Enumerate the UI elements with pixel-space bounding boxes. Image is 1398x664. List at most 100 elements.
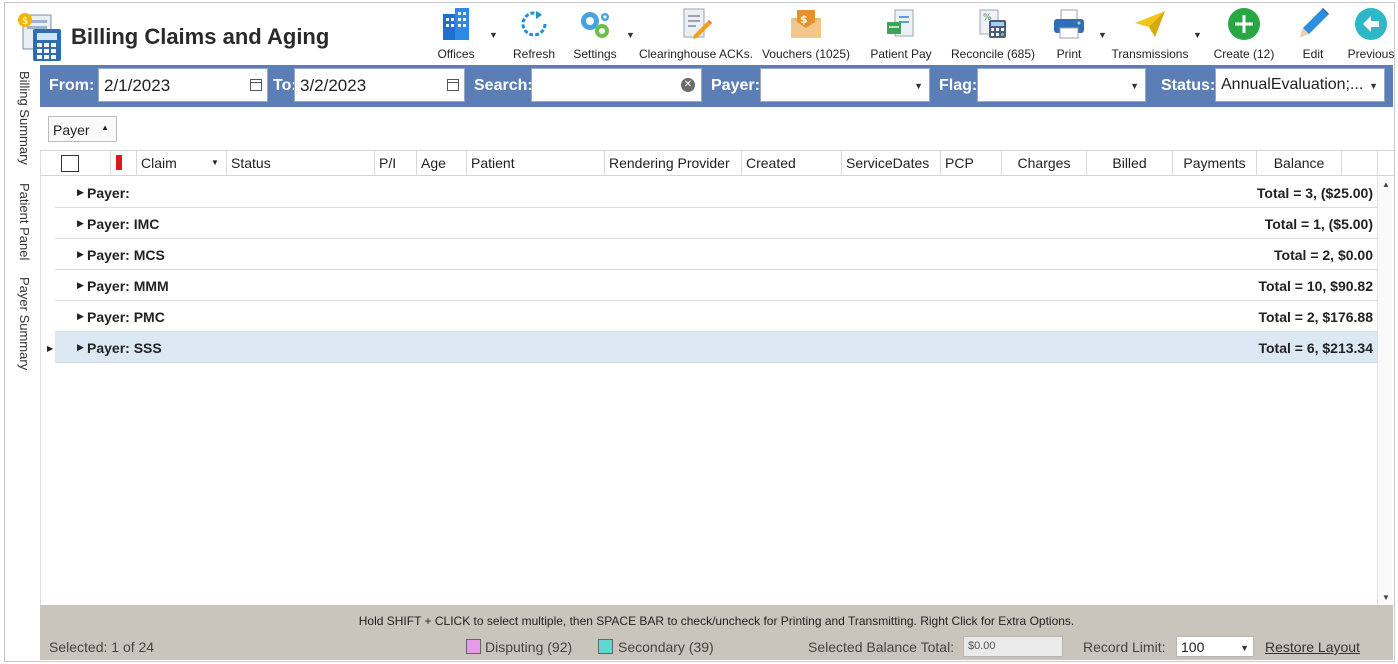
clear-icon[interactable]: ✕ — [681, 78, 695, 92]
col-claim[interactable]: Claim ▼ — [137, 151, 227, 176]
transmissions-button[interactable]: Transmissions — [1111, 7, 1189, 65]
group-row[interactable]: ▶ Payer: PMC Total = 2, $176.88 — [55, 301, 1377, 332]
group-rows: ▶ Payer: Total = 3, ($25.00) ▶ Payer: IM… — [55, 177, 1377, 363]
col-payments[interactable]: Payments — [1173, 151, 1257, 176]
svg-text:$: $ — [800, 13, 808, 26]
payer-label: Payer: — [711, 77, 760, 94]
group-row-selected[interactable]: ▶ Payer: SSS Total = 6, $213.34 — [55, 332, 1377, 363]
expand-arrow-icon[interactable]: ▶ — [77, 280, 84, 291]
select-all-checkbox[interactable] — [61, 155, 79, 172]
settings-label: Settings — [573, 47, 617, 61]
tab-payer-summary[interactable]: Payer Summary — [17, 277, 32, 370]
record-limit-select[interactable]: 100 ▼ — [1176, 636, 1254, 657]
col-created[interactable]: Created — [742, 151, 842, 176]
calendar-icon[interactable] — [250, 79, 262, 91]
printer-icon — [1052, 7, 1086, 41]
vertical-scrollbar[interactable]: ▲ ▼ — [1377, 177, 1393, 605]
group-total: Total = 1, ($5.00) — [1264, 216, 1373, 232]
refresh-button[interactable]: Refresh — [509, 7, 559, 65]
clearinghouse-acks-button[interactable]: Clearinghouse ACKs. — [638, 7, 754, 65]
flag-select[interactable]: ▼ — [977, 68, 1146, 102]
vouchers-button[interactable]: $ Vouchers (1025) — [762, 7, 850, 65]
secondary-legend-label: Secondary (39) — [618, 639, 714, 655]
col-pi[interactable]: P/I — [375, 151, 417, 176]
clearinghouse-acks-label: Clearinghouse ACKs. — [638, 47, 754, 61]
col-status[interactable]: Status — [227, 151, 375, 176]
group-row[interactable]: ▶ Payer: IMC Total = 1, ($5.00) — [55, 208, 1377, 239]
group-by-payer-chip[interactable]: Payer ▲ — [48, 116, 117, 142]
scroll-up-icon[interactable]: ▲ — [1382, 180, 1390, 189]
tab-patient-panel[interactable]: Patient Panel — [17, 183, 32, 260]
group-name: Payer: PMC — [87, 309, 165, 325]
group-name: Payer: MCS — [87, 247, 165, 263]
pencil-icon — [1296, 7, 1330, 41]
col-service-dates[interactable]: ServiceDates — [842, 151, 941, 176]
selected-balance-label: Selected Balance Total: — [808, 639, 955, 655]
svg-text:$: $ — [22, 16, 28, 27]
payer-select[interactable]: ▼ — [760, 68, 930, 102]
col-age[interactable]: Age — [417, 151, 467, 176]
transmissions-dropdown-caret[interactable]: ▼ — [1193, 30, 1202, 40]
calculator-icon: % — [976, 7, 1010, 41]
create-button[interactable]: Create (12) — [1211, 7, 1277, 65]
settings-dropdown-caret[interactable]: ▼ — [626, 30, 635, 40]
status-footer: Hold SHIFT + CLICK to select multiple, t… — [40, 605, 1393, 660]
col-rendering-provider[interactable]: Rendering Provider — [605, 151, 742, 176]
group-row[interactable]: ▶ Payer: MCS Total = 2, $0.00 — [55, 239, 1377, 270]
search-input[interactable]: ✕ — [531, 68, 702, 102]
expand-arrow-icon[interactable]: ▶ — [77, 342, 84, 353]
offices-button[interactable]: Offices — [433, 7, 479, 65]
record-limit-value: 100 — [1181, 639, 1205, 655]
patient-pay-button[interactable]: Patient Pay — [870, 7, 932, 65]
expand-arrow-icon[interactable]: ▶ — [77, 311, 84, 322]
edit-button[interactable]: Edit — [1293, 7, 1333, 65]
patient-pay-icon — [884, 7, 918, 41]
patient-pay-label: Patient Pay — [870, 47, 932, 61]
offices-dropdown-caret[interactable]: ▼ — [489, 30, 498, 40]
offices-label: Offices — [437, 47, 475, 61]
scroll-down-icon[interactable]: ▼ — [1382, 593, 1390, 602]
to-date-field[interactable]: 3/2/2023 — [294, 68, 465, 102]
app-title: Billing Claims and Aging — [71, 24, 330, 49]
col-billed[interactable]: Billed — [1087, 151, 1173, 176]
group-row[interactable]: ▶ Payer: MMM Total = 10, $90.82 — [55, 270, 1377, 301]
expand-arrow-icon[interactable]: ▶ — [77, 249, 84, 260]
refresh-icon — [517, 7, 551, 41]
settings-button[interactable]: Settings — [569, 7, 621, 65]
group-total: Total = 6, $213.34 — [1258, 340, 1373, 356]
print-dropdown-caret[interactable]: ▼ — [1098, 30, 1107, 40]
red-flag-icon — [116, 155, 122, 170]
group-row[interactable]: ▶ Payer: Total = 3, ($25.00) — [55, 177, 1377, 208]
reconcile-button[interactable]: % Reconcile (685) — [951, 7, 1035, 65]
filter-bar: From: 2/1/2023 To: 3/2/2023 Search: ✕ Pa… — [40, 65, 1393, 107]
flag-column-header[interactable] — [111, 151, 137, 176]
expand-arrow-icon[interactable]: ▶ — [77, 218, 84, 229]
calendar-icon[interactable] — [447, 79, 459, 91]
col-spacer — [1342, 151, 1378, 176]
tab-billing-summary[interactable]: Billing Summary — [17, 71, 32, 165]
from-date-value: 2/1/2023 — [104, 76, 171, 95]
expand-arrow-icon[interactable]: ▶ — [77, 187, 84, 198]
print-button[interactable]: Print — [1049, 7, 1089, 65]
secondary-legend-swatch — [598, 639, 613, 654]
group-total: Total = 2, $176.88 — [1258, 309, 1373, 325]
col-balance[interactable]: Balance — [1257, 151, 1342, 176]
flag-label: Flag: — [939, 77, 978, 94]
disputing-legend-label: Disputing (92) — [485, 639, 573, 655]
record-limit-label: Record Limit: — [1083, 639, 1166, 655]
to-date-value: 3/2/2023 — [300, 76, 367, 95]
col-charges[interactable]: Charges — [1002, 151, 1087, 176]
reconcile-label: Reconcile (685) — [950, 47, 1036, 61]
from-date-field[interactable]: 2/1/2023 — [98, 68, 268, 102]
group-name: Payer: — [87, 185, 130, 201]
col-pcp[interactable]: PCP — [941, 151, 1002, 176]
billing-app-icon: $ — [17, 11, 67, 63]
status-select[interactable]: AnnualEvaluation;... ▼ — [1215, 68, 1385, 102]
search-label: Search: — [474, 77, 533, 94]
offices-icon — [439, 7, 473, 41]
col-patient[interactable]: Patient — [467, 151, 605, 176]
previous-button[interactable]: Previous — [1345, 7, 1397, 65]
status-select-value: AnnualEvaluation;... — [1221, 76, 1364, 93]
gear-icon — [578, 7, 612, 41]
restore-layout-link[interactable]: Restore Layout — [1265, 639, 1360, 655]
